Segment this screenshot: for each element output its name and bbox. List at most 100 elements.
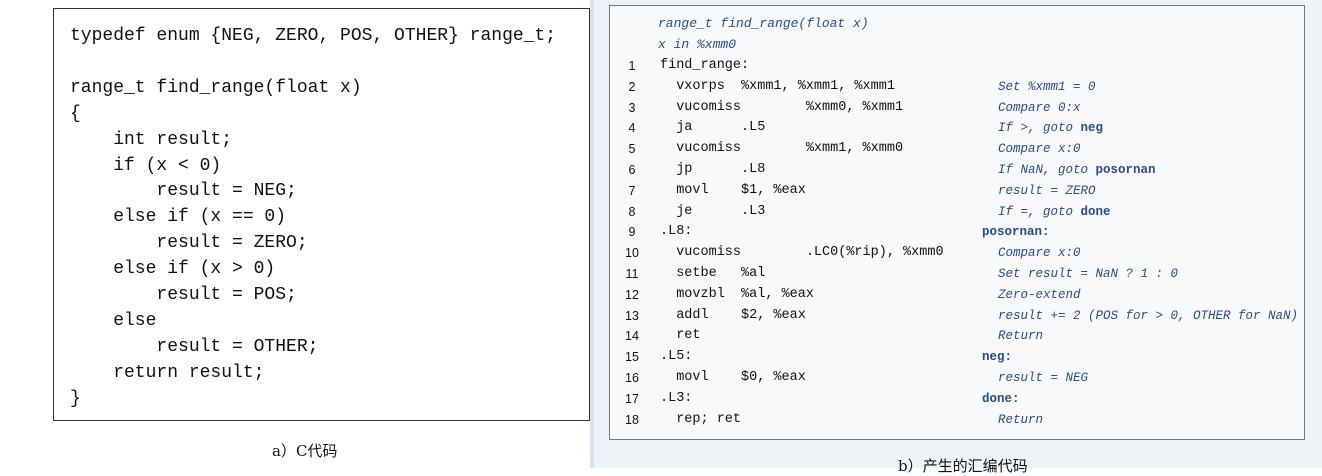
asm-comment-text: If =, goto	[998, 204, 1081, 219]
asm-code-box: range_t find_range(float x) x in %xmm0 1…	[609, 5, 1305, 440]
asm-comment-text: Compare 0:x	[998, 100, 1081, 115]
asm-instruction: vxorps %xmm1, %xmm1, %xmm1	[660, 78, 895, 94]
asm-comment: Compare x:0	[998, 243, 1081, 263]
asm-comment: Set result = NaN ? 1 : 0	[998, 264, 1178, 284]
asm-line: 14 ret Return	[610, 326, 1300, 346]
asm-comment: Compare x:0	[998, 139, 1081, 159]
asm-comment-text: If NaN, goto	[998, 163, 1096, 177]
asm-instruction: ja .L5	[660, 120, 766, 136]
asm-instruction: movl $0, %eax	[660, 370, 806, 385]
asm-line: 5 vucomiss %xmm1, %xmm0 Compare x:0	[610, 139, 1300, 159]
asm-line: 8 je .L3 If =, goto done	[610, 202, 1300, 222]
asm-instruction: .L5:	[660, 349, 693, 365]
c-code-line: typedef enum {NEG, ZERO, POS, OTHER} ran…	[70, 26, 557, 46]
asm-line-number: 2	[628, 79, 636, 94]
asm-comment-keyword: done	[1080, 204, 1111, 219]
asm-line-number: 16	[625, 371, 639, 385]
asm-instruction: jp .L8	[660, 162, 766, 177]
asm-line-number: 12	[625, 287, 639, 302]
asm-comment: If =, goto done	[998, 202, 1111, 222]
asm-line-number: 3	[628, 100, 636, 115]
asm-line-number: 9	[628, 225, 636, 240]
asm-comment: result += 2 (POS for > 0, OTHER for NaN)	[998, 306, 1298, 326]
asm-comment: If >, goto neg	[998, 118, 1103, 138]
asm-code-caption: b）产生的汇编代码	[898, 457, 1028, 475]
asm-line: 17 .L3: done:	[610, 389, 1300, 409]
asm-instruction: je .L3	[660, 203, 766, 219]
asm-comment: Compare 0:x	[998, 98, 1081, 118]
asm-line-number: 14	[625, 329, 639, 344]
asm-header-signature: range_t find_range(float x)	[658, 16, 869, 31]
asm-line-number: 13	[625, 308, 639, 323]
asm-comment: If NaN, goto posornan	[998, 160, 1156, 180]
asm-line: 4 ja .L5 If >, goto neg	[610, 118, 1300, 138]
asm-line: 7 movl $1, %eax result = ZERO	[610, 181, 1300, 201]
c-code-line: else	[70, 310, 157, 331]
asm-instruction: vucomiss %xmm1, %xmm0	[660, 141, 904, 157]
asm-instruction: setbe %al	[660, 266, 766, 281]
asm-line: 1 find_range:	[610, 56, 1300, 76]
asm-line-number: 6	[628, 163, 636, 177]
asm-comment: Return	[998, 326, 1043, 346]
c-code-line: result = ZERO;	[70, 233, 308, 254]
asm-comment-keyword: posornan	[1095, 163, 1156, 177]
asm-line-number: 15	[625, 350, 639, 365]
asm-line: 16 movl $0, %eax result = NEG	[610, 368, 1300, 388]
asm-line: 2 vxorps %xmm1, %xmm1, %xmm1 Set %xmm1 = …	[610, 77, 1300, 97]
asm-line: 18 rep; ret Return	[610, 410, 1300, 430]
asm-line-number: 18	[625, 412, 639, 427]
asm-comment-text: Set %xmm1 = 0	[998, 79, 1096, 94]
asm-comment-text: result = ZERO	[998, 183, 1096, 198]
asm-line: 13 addl $2, %eax result += 2 (POS for > 0…	[610, 306, 1300, 326]
asm-comment-text: Return	[998, 329, 1044, 344]
asm-header-arg: x in %xmm0	[658, 37, 737, 52]
asm-instruction: rep; ret	[660, 411, 742, 427]
asm-instruction: find_range:	[660, 58, 750, 73]
c-code-line: }	[70, 388, 81, 409]
asm-line-number: 11	[625, 267, 639, 281]
asm-line: 10 vucomiss .LC0(%rip), %xmm0 Compare x:0	[610, 243, 1300, 263]
asm-label-annotation: done:	[982, 391, 1020, 406]
asm-comment: result = ZERO	[998, 181, 1096, 201]
asm-line: 3 vucomiss %xmm0, %xmm1 Compare 0:x	[610, 98, 1300, 118]
asm-line-number: 17	[625, 391, 639, 406]
asm-instruction: addl $2, %eax	[660, 307, 806, 323]
asm-instruction: .L3:	[660, 390, 693, 406]
asm-comment: result = NEG	[998, 368, 1088, 388]
asm-comment-text: If >, goto	[998, 121, 1081, 136]
c-code-line: range_t find_range(float x)	[70, 77, 362, 98]
asm-comment-text: Compare x:0	[998, 142, 1081, 157]
asm-line-number: 7	[628, 183, 636, 198]
asm-comment: Set %xmm1 = 0	[998, 77, 1096, 97]
c-code-line: result = NEG;	[70, 181, 297, 202]
asm-line-number: 8	[628, 204, 636, 219]
asm-comment-text: result = NEG	[998, 371, 1089, 385]
page-seam	[590, 0, 594, 468]
asm-instruction: vucomiss %xmm0, %xmm1	[660, 99, 904, 115]
asm-instruction: movl $1, %eax	[660, 182, 806, 198]
asm-label-annotation: neg:	[982, 350, 1013, 365]
asm-line-number: 1	[628, 59, 636, 73]
asm-label-annotation: posornan:	[982, 225, 1050, 240]
c-code-line: result = POS;	[70, 285, 297, 305]
c-code-line: return result;	[70, 362, 265, 383]
asm-line: 11 setbe %al Set result = NaN ? 1 : 0	[610, 264, 1300, 284]
asm-instruction: .L8:	[660, 224, 693, 240]
c-code-line: else if (x > 0)	[70, 259, 276, 280]
asm-comment: Return	[998, 410, 1043, 430]
asm-line: 12 movzbl %al, %eax Zero-extend	[610, 285, 1300, 305]
c-code-line: {	[70, 103, 81, 124]
asm-line-number: 4	[628, 121, 636, 136]
asm-comment-text: Set result = NaN ? 1 : 0	[998, 267, 1179, 281]
asm-comment-text: Zero-extend	[998, 287, 1081, 302]
c-code-line: else if (x == 0)	[70, 207, 287, 228]
asm-comment-text: Return	[998, 412, 1044, 427]
asm-comment-text: result += 2 (POS for > 0, OTHER for NaN)	[998, 308, 1299, 323]
asm-line: 9 .L8: posornan:	[610, 222, 1300, 242]
asm-comment: Zero-extend	[998, 285, 1081, 305]
c-code-caption: a）C代码	[272, 442, 338, 460]
asm-instruction: vucomiss .LC0(%rip), %xmm0	[660, 245, 944, 261]
c-code-line: result = OTHER;	[70, 336, 319, 357]
asm-line-number: 5	[628, 142, 636, 157]
asm-comment-text: Compare x:0	[998, 246, 1081, 261]
